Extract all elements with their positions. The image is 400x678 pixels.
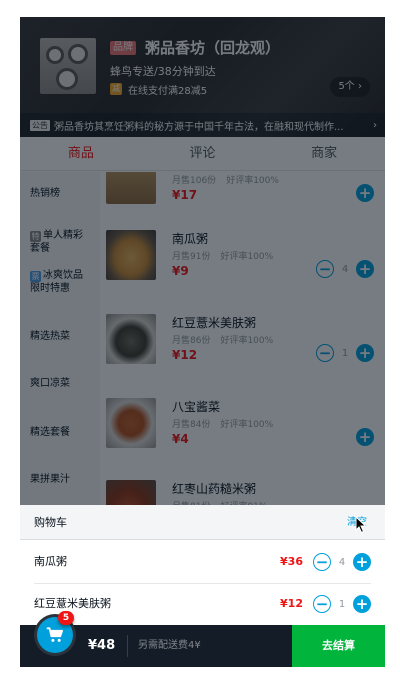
cart-header: 购物车 清空	[20, 505, 385, 540]
discount-icon: 减	[110, 83, 122, 95]
menu-item-cold-dishes[interactable]: 爽口凉菜	[20, 377, 100, 390]
cart-panel: 购物车 清空 南瓜粥 ¥36 − 4 + 红豆薏米美肤粥 ¥12 − 1 +	[20, 505, 385, 625]
food-item[interactable]: 八宝酱菜 月售84份 好评率100% ¥4 +	[106, 398, 381, 448]
promo-count-button[interactable]: 5个 ›	[330, 77, 370, 97]
shop-name: 粥品香坊（回龙观）	[145, 39, 281, 57]
menu-item-cold-drinks[interactable]: 票冰爽饮品限时特惠	[20, 269, 100, 295]
food-stats: 月售106份 好评率100%	[172, 176, 279, 186]
food-name: 红枣山药糙米粥	[172, 482, 257, 496]
menu-item-sets[interactable]: 精选套餐	[20, 426, 100, 439]
promo-row: 减 在线支付满28减5	[110, 82, 208, 97]
total-price: ¥48	[88, 635, 129, 657]
food-quantity: 4	[341, 263, 349, 275]
cart-title: 购物车	[34, 516, 67, 529]
decrease-button[interactable]: −	[316, 344, 334, 362]
food-quantity: 1	[341, 347, 349, 359]
special-tag-icon: 特	[30, 231, 41, 242]
menu-item-hot[interactable]: 热销榜	[20, 187, 100, 200]
delivery-fee: 另需配送费4¥	[138, 640, 201, 651]
food-stats: 月售91份 好评率100%	[172, 252, 274, 262]
add-button[interactable]: +	[353, 553, 371, 571]
food-image	[106, 314, 156, 364]
cart-item-quantity: 1	[338, 598, 346, 610]
decrease-button[interactable]: −	[316, 260, 334, 278]
cart-item-name: 南瓜粥	[34, 555, 67, 568]
add-button[interactable]: +	[356, 344, 374, 362]
food-price: ¥9	[172, 264, 189, 278]
shop-header: 品牌 粥品香坊（回龙观） 蜂鸟专送/38分钟到达 减 在线支付满28减5 5个 …	[20, 17, 385, 137]
food-name: 红豆薏米美肤粥	[172, 316, 257, 330]
tab-ratings[interactable]: 评论	[142, 137, 264, 170]
food-item[interactable]: 月售106份 好评率100% ¥17 +	[106, 172, 381, 204]
notice-tag: 公告	[30, 119, 50, 131]
tab-goods[interactable]: 商品	[20, 137, 142, 170]
menu-item-single-set[interactable]: 特单人精彩套餐	[20, 229, 100, 255]
cart-stepper: − 1 +	[313, 595, 371, 613]
shopcart-bar: 5 ¥48 另需配送费4¥ 去结算	[20, 611, 385, 667]
brand-badge: 品牌	[110, 41, 136, 55]
promo-count-label: 5个	[338, 81, 355, 92]
add-button[interactable]: +	[356, 260, 374, 278]
cart-item: 红豆薏米美肤粥 ¥12 − 1 +	[34, 583, 371, 623]
menu-item-hot-dishes[interactable]: 精选热菜	[20, 330, 100, 343]
promo-text: 在线支付满28减5	[128, 85, 208, 97]
mouse-cursor-icon	[355, 516, 367, 534]
food-stepper: +	[356, 184, 374, 202]
add-button[interactable]: +	[356, 428, 374, 446]
decrease-button[interactable]: −	[313, 553, 331, 571]
chevron-right-icon: ›	[358, 81, 362, 92]
shopping-cart-icon	[46, 627, 63, 642]
shop-avatar	[40, 38, 96, 94]
food-image	[106, 398, 156, 448]
food-stats: 月售86份 好评率100%	[172, 336, 274, 346]
tab-seller[interactable]: 商家	[263, 137, 385, 170]
food-name: 八宝酱菜	[172, 400, 221, 414]
food-stats: 月售84份 好评率100%	[172, 420, 274, 430]
menu-nav: 热销榜 特单人精彩套餐 票冰爽饮品限时特惠 精选热菜 爽口凉菜 精选套餐 果拼果…	[20, 172, 100, 512]
tab-bar: 商品 评论 商家	[20, 137, 385, 171]
food-item[interactable]: 红豆薏米美肤粥 月售86份 好评率100% ¥12 − 1 +	[106, 314, 381, 364]
cart-item-price: ¥12	[280, 597, 303, 610]
notice-text: 粥品香坊其烹饪粥料的秘方源于中国千年古法，在融和现代制作...	[54, 121, 344, 133]
food-stepper: +	[356, 428, 374, 446]
chevron-right-icon: ›	[373, 119, 377, 131]
menu-item-label: 精选热菜	[30, 331, 70, 342]
cart-item-price: ¥36	[280, 555, 303, 568]
invoice-tag-icon: 票	[30, 271, 41, 282]
food-image	[106, 230, 156, 280]
cart-stepper: − 4 +	[313, 553, 371, 571]
menu-item-label: 热销榜	[30, 188, 60, 199]
cart-count-badge: 5	[58, 611, 74, 625]
food-name: 南瓜粥	[172, 232, 209, 246]
food-stepper: − 4 +	[316, 260, 374, 278]
add-button[interactable]: +	[356, 184, 374, 202]
decrease-button[interactable]: −	[313, 595, 331, 613]
notice-bar[interactable]: 公告 粥品香坊其烹饪粥料的秘方源于中国千年古法，在融和现代制作... ›	[20, 113, 385, 137]
food-price: ¥4	[172, 432, 189, 446]
cart-item-quantity: 4	[338, 556, 346, 568]
add-button[interactable]: +	[353, 595, 371, 613]
menu-item-label: 爽口凉菜	[30, 378, 70, 389]
menu-item-label: 精选套餐	[30, 427, 70, 438]
food-price: ¥17	[172, 188, 198, 202]
checkout-button[interactable]: 去结算	[292, 625, 385, 667]
delivery-info: 蜂鸟专送/38分钟到达	[110, 65, 216, 78]
menu-item-fruit[interactable]: 果拼果汁	[20, 473, 100, 486]
cart-item: 南瓜粥 ¥36 − 4 +	[34, 542, 371, 582]
food-stepper: − 1 +	[316, 344, 374, 362]
menu-item-label: 果拼果汁	[30, 474, 70, 485]
food-list: 月售106份 好评率100% ¥17 + 南瓜粥 月售91份 好评率100% ¥9 …	[100, 172, 385, 512]
food-image	[106, 172, 156, 204]
food-item[interactable]: 南瓜粥 月售91份 好评率100% ¥9 − 4 +	[106, 230, 381, 280]
food-price: ¥12	[172, 348, 198, 362]
